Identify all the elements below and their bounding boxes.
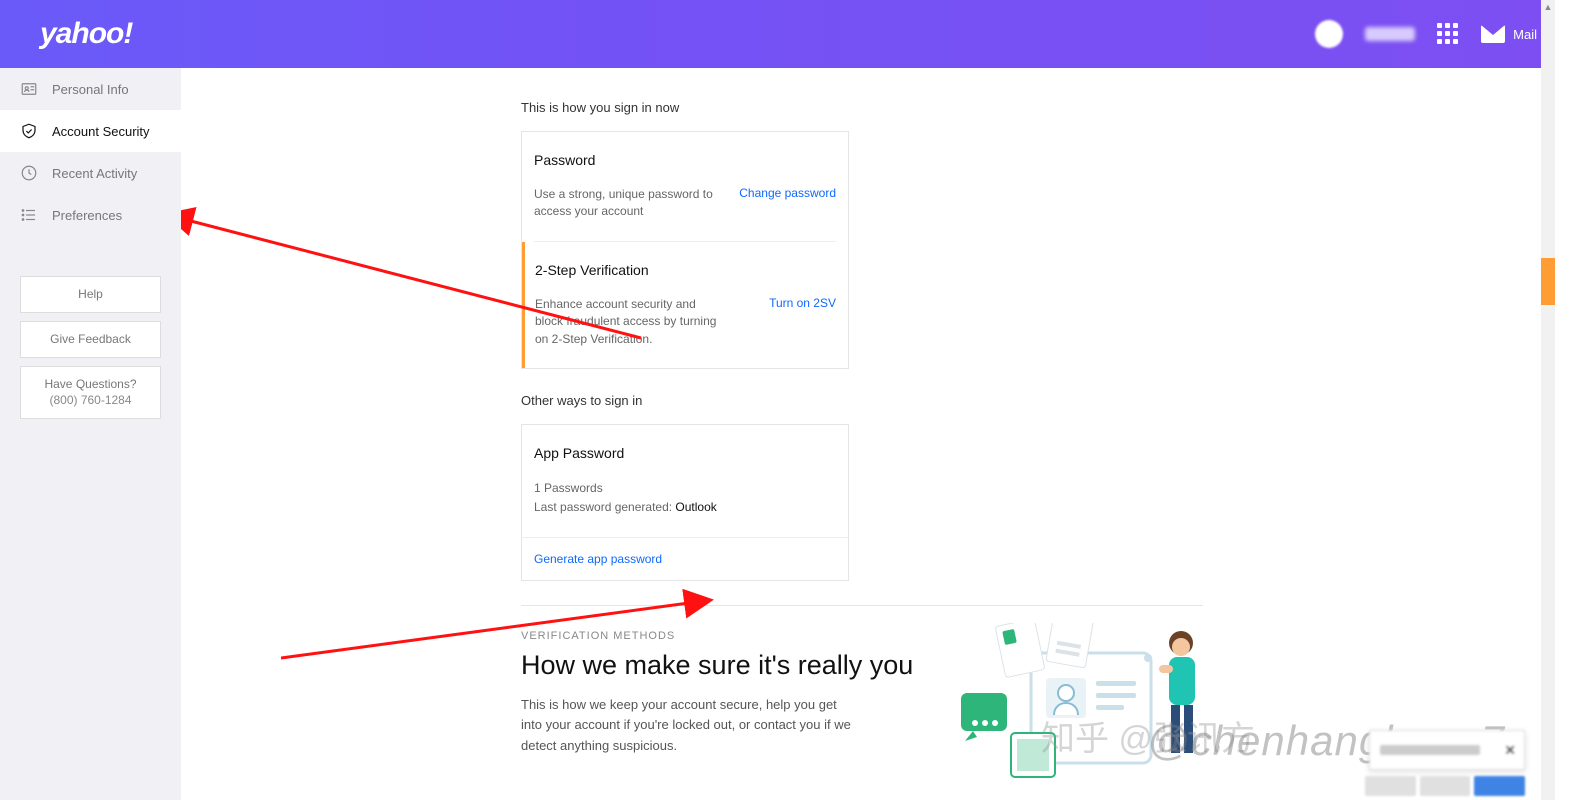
shield-check-icon (20, 122, 38, 140)
apps-grid-icon[interactable] (1437, 23, 1459, 45)
sidebar-item-recent-activity[interactable]: Recent Activity (0, 152, 181, 194)
sidebar-item-security[interactable]: Account Security (0, 110, 181, 152)
scroll-up-icon[interactable]: ▲ (1541, 0, 1555, 14)
main-content: This is how you sign in now Password Use… (181, 68, 1555, 800)
section-divider (521, 605, 1203, 606)
help-button[interactable]: Help (20, 276, 161, 313)
app-password-title: App Password (534, 445, 836, 461)
bottom-popup[interactable]: ✕ (1369, 730, 1525, 770)
feedback-button[interactable]: Give Feedback (20, 321, 161, 358)
signin-card: Password Use a strong, unique password t… (521, 131, 849, 369)
phone-label: (800) 760-1284 (25, 392, 156, 409)
questions-button[interactable]: Have Questions? (800) 760-1284 (20, 366, 161, 420)
verification-illustration (921, 623, 1211, 793)
sidebar-item-label: Preferences (52, 208, 122, 223)
id-card-icon (20, 80, 38, 98)
mail-icon (1481, 25, 1505, 43)
turn-on-2sv-link[interactable]: Turn on 2SV (769, 296, 836, 310)
sidebar: Personal Info Account Security Recent Ac… (0, 68, 181, 800)
sidebar-item-personal-info[interactable]: Personal Info (0, 68, 181, 110)
change-password-link[interactable]: Change password (739, 186, 836, 200)
list-icon (20, 206, 38, 224)
scrollbar-thumb[interactable] (1541, 258, 1555, 305)
two-step-desc: Enhance account security and block fraud… (535, 296, 725, 348)
sidebar-item-label: Account Security (52, 124, 150, 139)
close-icon[interactable]: ✕ (1504, 742, 1516, 759)
app-password-card: App Password 1 Passwords Last password g… (521, 424, 849, 581)
password-title: Password (534, 152, 836, 168)
sidebar-item-label: Recent Activity (52, 166, 137, 181)
app-password-last: Last password generated: Outlook (534, 498, 836, 517)
sidebar-item-preferences[interactable]: Preferences (0, 194, 181, 236)
app-password-count: 1 Passwords (534, 479, 836, 498)
questions-label: Have Questions? (44, 377, 136, 391)
verification-body: This is how we keep your account secure,… (521, 695, 861, 755)
sidebar-item-label: Personal Info (52, 82, 129, 97)
two-step-title: 2-Step Verification (535, 262, 836, 278)
username-blurred (1365, 27, 1415, 41)
vertical-scrollbar[interactable]: ▲ (1525, 0, 1555, 800)
generate-app-password-link[interactable]: Generate app password (522, 537, 848, 580)
clock-icon (20, 164, 38, 182)
app-header: yahoo! Mail (0, 0, 1555, 68)
yahoo-logo[interactable]: yahoo! (40, 17, 132, 51)
section-heading-signin: This is how you sign in now (521, 100, 1555, 115)
password-desc: Use a strong, unique password to access … (534, 186, 724, 221)
section-heading-other: Other ways to sign in (521, 393, 1555, 408)
avatar[interactable] (1315, 20, 1343, 48)
bottom-toolbar (1365, 776, 1525, 796)
